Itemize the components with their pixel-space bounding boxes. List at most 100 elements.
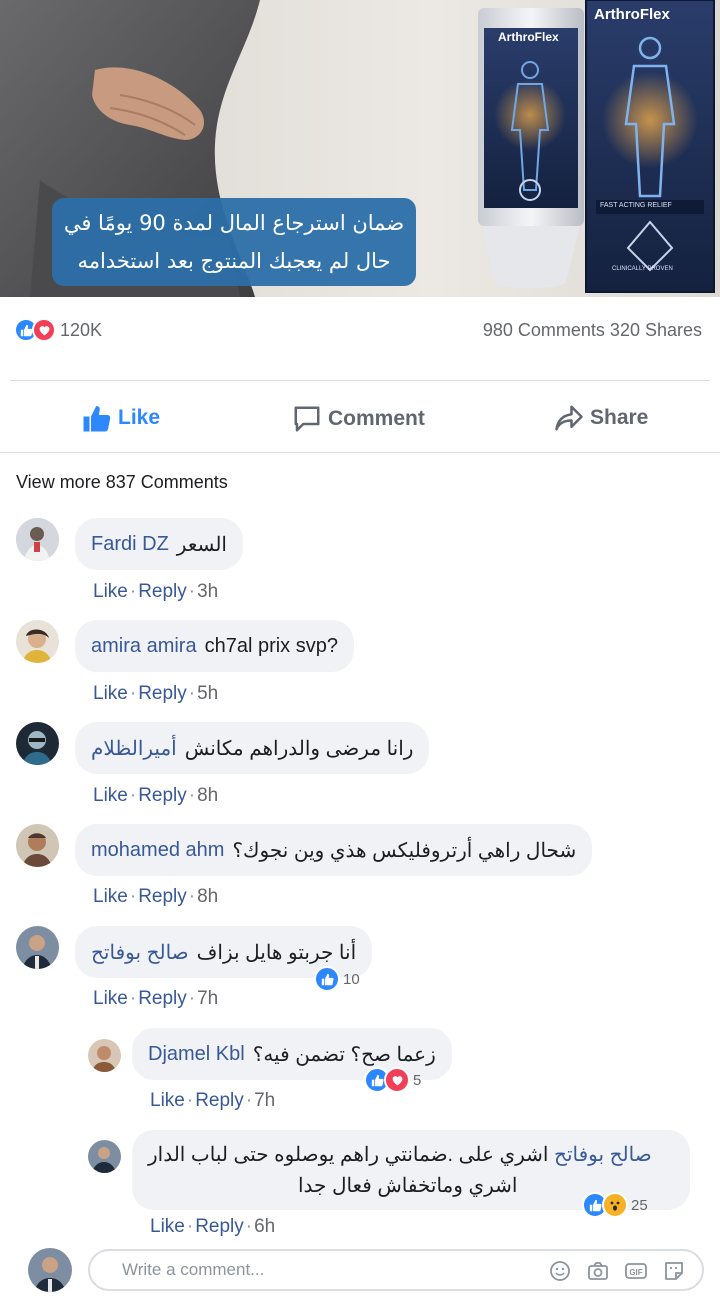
comment-text: زعما صح؟ تضمن فيه؟ (252, 1043, 436, 1066)
reply-time[interactable]: 6h (254, 1216, 275, 1237)
svg-text:GIF: GIF (629, 1268, 642, 1277)
commenter-name[interactable]: أميرالظلام (91, 736, 177, 761)
share-button[interactable]: Share (554, 404, 648, 432)
comment-text: أنا جربتو هايل بزاف (196, 941, 357, 964)
avatar[interactable] (88, 1039, 121, 1072)
comment-reply-link[interactable]: Reply (138, 988, 187, 1009)
comment-reaction-badge[interactable]: 5 (364, 1067, 421, 1093)
caption-line-2: حال لم يعجبك المنتوج بعد استخدامه (77, 249, 391, 273)
product-box (585, 0, 715, 293)
box-relief-label: FAST ACTING RELIEF (600, 202, 672, 209)
comment-text: ch7al prix svp? (204, 634, 338, 657)
like-label: Like (118, 406, 161, 429)
avatar[interactable] (16, 722, 59, 765)
comment-label: Comment (328, 407, 425, 430)
comment-composer: GIF (88, 1249, 704, 1291)
brand-label: ArthroFlex (594, 6, 670, 23)
action-bar: Like Comment Share (0, 384, 720, 454)
comment-meta: Like · Reply · 8h (93, 886, 218, 908)
ad-image[interactable]: ArthroFlex ArthroFlex FAST ACTING RELIEF… (0, 0, 720, 297)
separator-dot: · (129, 581, 137, 602)
reply-like-link[interactable]: Like (150, 1216, 185, 1237)
comment-text: السعر (176, 533, 227, 556)
emoji-icon[interactable] (548, 1259, 572, 1283)
comment-reply-link[interactable]: Reply (138, 683, 187, 704)
reply-reply-link[interactable]: Reply (195, 1090, 244, 1111)
comments-shares-count[interactable]: 980 Comments 320 Shares (483, 320, 702, 341)
sticker-icon[interactable] (662, 1259, 686, 1283)
comment-text-line-2: اشري وماتخفاش فعال جدا (298, 1175, 518, 1197)
separator-dot: · (188, 886, 196, 907)
avatar[interactable] (16, 518, 59, 561)
reply-like-link[interactable]: Like (150, 1090, 185, 1111)
comment-time[interactable]: 3h (197, 581, 218, 602)
reaction-count: 10 (343, 970, 360, 988)
share-label: Share (590, 406, 649, 429)
view-more-comments-link[interactable]: View more 837 Comments (16, 472, 228, 493)
separator-dot: · (245, 1216, 253, 1237)
tube-brand-label: ArthroFlex (498, 30, 559, 44)
comment-time[interactable]: 8h (197, 886, 218, 907)
comment-reply-link[interactable]: Reply (138, 785, 187, 806)
comment-button[interactable]: Comment (292, 404, 425, 434)
like-button[interactable]: Like (82, 404, 160, 432)
commenter-name[interactable]: صالح بوفاتح (554, 1144, 652, 1166)
separator-dot: · (188, 785, 196, 806)
avatar[interactable] (16, 824, 59, 867)
comment-meta: Like · Reply · 7h (93, 988, 218, 1010)
reply-meta: Like · Reply · 7h (150, 1090, 275, 1112)
commenter-name[interactable]: mohamed ahm (91, 839, 224, 862)
camera-icon[interactable] (586, 1259, 610, 1283)
comment-like-link[interactable]: Like (93, 683, 128, 704)
reaction-count: 120K (60, 319, 103, 340)
comment-like-link[interactable]: Like (93, 988, 128, 1009)
comment-meta: Like · Reply · 3h (93, 581, 218, 603)
commenter-name[interactable]: amira amira (91, 635, 197, 658)
current-user-avatar[interactable] (28, 1248, 72, 1292)
reaction-count: 25 (631, 1196, 648, 1214)
comment-bubble: amira amira ch7al prix svp? (75, 620, 354, 672)
reply-reply-link[interactable]: Reply (195, 1216, 244, 1237)
reply-time[interactable]: 7h (254, 1090, 275, 1111)
love-reaction-icon (384, 1067, 410, 1093)
speech-bubble-icon (294, 406, 320, 432)
composer-tools: GIF (548, 1259, 686, 1283)
comment-like-link[interactable]: Like (93, 581, 128, 602)
comment-meta: Like · Reply · 5h (93, 683, 218, 705)
commenter-name[interactable]: صالح بوفاتح (91, 940, 189, 965)
ad-caption: ضمان استرجاع المال لمدة 90 يومًا في حال … (58, 204, 410, 280)
comment-input[interactable] (120, 1259, 504, 1281)
comment-like-link[interactable]: Like (93, 886, 128, 907)
comment-time[interactable]: 7h (197, 988, 218, 1009)
comment-meta: Like · Reply · 8h (93, 785, 218, 807)
separator-dot: · (129, 683, 137, 704)
divider (10, 380, 710, 381)
commenter-name[interactable]: Djamel Kbl (148, 1043, 245, 1066)
separator-dot: · (186, 1090, 194, 1111)
wow-reaction-icon (602, 1192, 628, 1218)
commenter-name[interactable]: Fardi DZ (91, 533, 169, 556)
comment-bubble: Fardi DZ السعر (75, 518, 243, 570)
comment-time[interactable]: 8h (197, 785, 218, 806)
comment-text: شحال راهي أرتروفليكس هذي وين نجوك؟ (232, 839, 577, 862)
comment-reaction-badge[interactable]: 10 (314, 966, 360, 992)
love-reaction-icon (32, 318, 56, 342)
box-proven-label: CLINICALLY PROVEN (612, 266, 673, 272)
avatar[interactable] (16, 926, 59, 969)
comment-reply-link[interactable]: Reply (138, 581, 187, 602)
comment-bubble: أميرالظلام رانا مرضى والدراهم مكانش (75, 722, 430, 774)
like-reaction-icon (314, 966, 340, 992)
comment-like-link[interactable]: Like (93, 785, 128, 806)
avatar[interactable] (16, 620, 59, 663)
separator-dot: · (188, 581, 196, 602)
reaction-summary[interactable]: 120K (14, 318, 102, 342)
share-arrow-icon (555, 405, 583, 431)
avatar[interactable] (88, 1140, 121, 1173)
comment-text-line-1: اشري على .ضمانتي راهم يوصلوه حتى لباب ال… (148, 1144, 549, 1166)
caption-line-1: ضمان استرجاع المال لمدة 90 يومًا في (63, 211, 405, 235)
comment-reply-link[interactable]: Reply (138, 886, 187, 907)
comment-text: رانا مرضى والدراهم مكانش (184, 737, 414, 760)
gif-icon[interactable]: GIF (624, 1259, 648, 1283)
comment-time[interactable]: 5h (197, 683, 218, 704)
comment-reaction-badge[interactable]: 25 (582, 1192, 648, 1218)
